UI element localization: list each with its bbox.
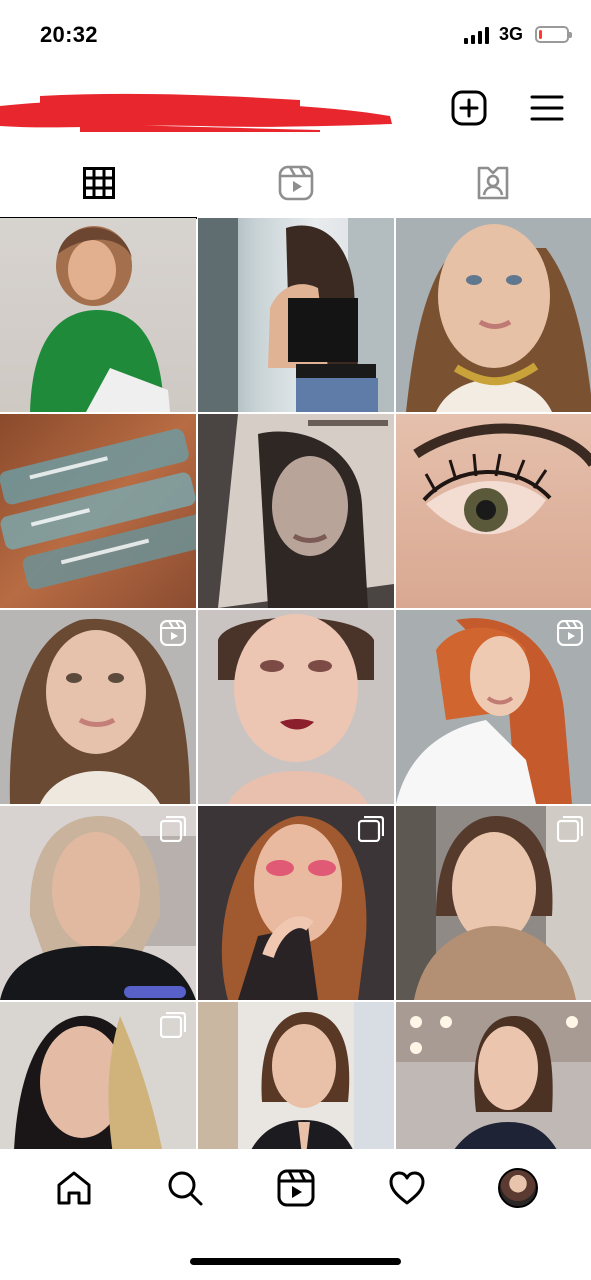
grid-tile[interactable] [0,414,196,608]
photo-thumbnail [413,423,591,535]
tab-tagged[interactable] [394,147,591,219]
grid-tile[interactable] [396,806,591,1000]
battery-level-fill [539,30,542,39]
carousel-icon [358,816,384,842]
search-icon [168,1171,202,1206]
home-icon [57,1171,90,1205]
photo-thumbnail [198,1002,394,1149]
status-indicators: 3G [463,24,572,45]
status-time: 20:32 [40,22,98,47]
status-bar: 20:32 3G [0,0,591,72]
create-post-button[interactable] [449,88,489,128]
nav-reels[interactable] [274,1166,318,1210]
carousel-icon [160,816,186,842]
battery-icon [535,26,572,43]
nav-profile[interactable] [496,1166,540,1210]
redacted-username [0,93,392,132]
tab-reels[interactable] [197,147,394,219]
grid-icon [82,167,115,199]
reels-icon [160,620,186,646]
reels-icon [278,165,313,201]
nav-home[interactable] [52,1166,96,1210]
profile-header [0,72,591,147]
photo-thumbnail [0,428,196,590]
profile-tabs [0,147,591,219]
grid-tile[interactable] [198,414,394,608]
grid-tile[interactable] [396,1002,591,1149]
photo-thumbnail [218,414,394,608]
hamburger-menu-icon [530,95,564,121]
tagged-person-icon [477,166,508,200]
photo-thumbnail [30,226,170,412]
grid-tile[interactable] [0,610,196,804]
grid-tile[interactable] [396,218,591,412]
carousel-icon [557,816,583,842]
posts-grid [0,218,591,1149]
plus-square-icon [451,90,487,126]
grid-tile[interactable] [0,218,196,412]
grid-tile[interactable] [198,1002,394,1149]
menu-button[interactable] [527,88,567,128]
signal-bars-icon [463,26,489,44]
carousel-icon [160,1012,186,1038]
nav-activity[interactable] [385,1166,429,1210]
nav-search[interactable] [163,1166,207,1210]
grid-tile[interactable] [396,414,591,608]
grid-tile[interactable] [0,806,196,1000]
grid-tile[interactable] [0,1002,196,1149]
heart-icon [389,1171,424,1205]
bottom-navigation [0,1150,591,1280]
reels-icon [277,1169,314,1207]
grid-tile[interactable] [396,610,591,804]
reels-icon [557,620,583,646]
network-type: 3G [498,24,523,44]
photo-thumbnail [198,218,394,412]
photo-thumbnail [396,1002,591,1149]
photo-thumbnail [218,614,374,804]
home-indicator [190,1258,401,1265]
grid-tile[interactable] [198,806,394,1000]
tab-posts-grid[interactable] [0,147,197,219]
grid-tile[interactable] [198,218,394,412]
photo-thumbnail [406,224,591,412]
profile-avatar [497,1168,538,1208]
grid-tile[interactable] [198,610,394,804]
